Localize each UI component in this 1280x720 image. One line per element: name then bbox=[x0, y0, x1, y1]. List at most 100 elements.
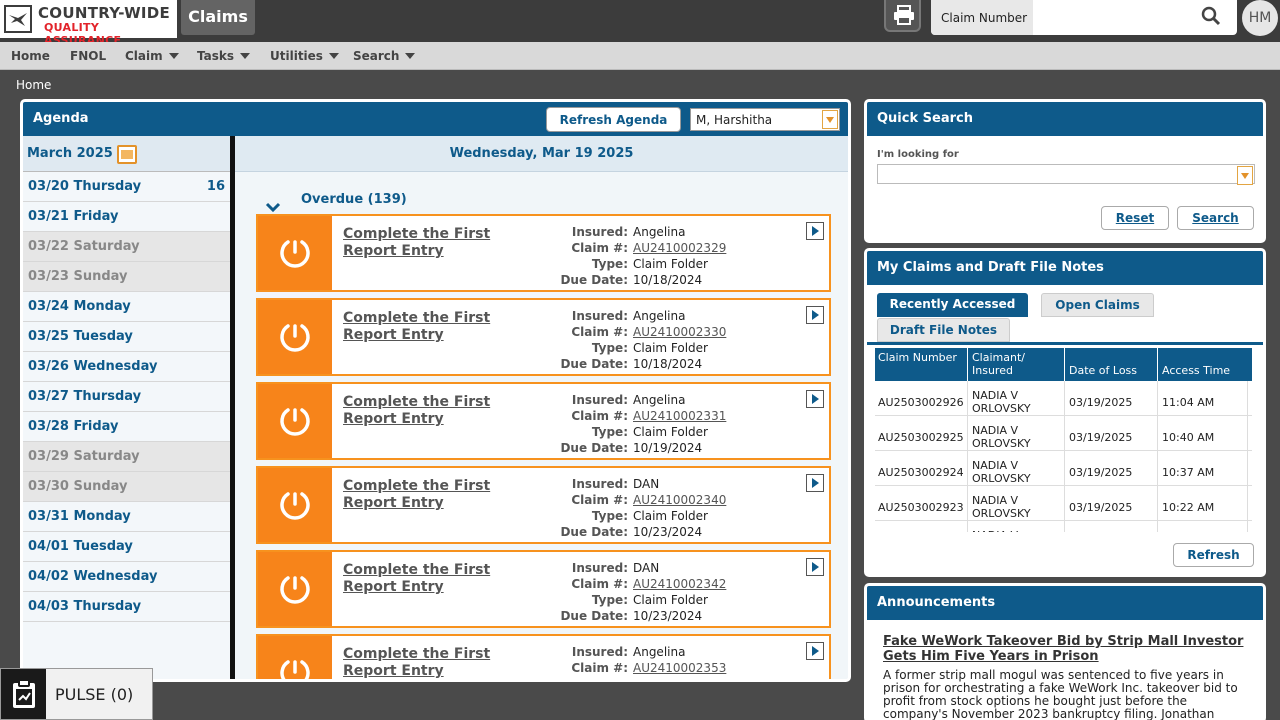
open-task-arrow-icon[interactable] bbox=[806, 222, 824, 240]
timer-icon bbox=[258, 300, 332, 374]
timer-icon bbox=[258, 384, 332, 458]
task-card[interactable]: Complete the First Report Entry Insured: D… bbox=[256, 550, 831, 628]
task-title[interactable]: Complete the First Report Entry bbox=[343, 562, 513, 596]
agenda-task-list: Wednesday, Mar 19 2025 Overdue (139) Com… bbox=[235, 136, 848, 679]
nav-utilities-label: Utilities bbox=[270, 49, 323, 63]
search-icon[interactable] bbox=[1201, 6, 1221, 30]
user-avatar[interactable]: HM bbox=[1242, 0, 1278, 36]
task-card[interactable]: Complete the First Report Entry Insured: A… bbox=[256, 298, 831, 376]
claims-app-tab[interactable]: Claims bbox=[181, 0, 255, 35]
recent-claims-table: Claim Number Claimant/ Insured Date of L… bbox=[875, 348, 1252, 532]
calendar-day-label: 03/20 Thursday bbox=[28, 179, 142, 194]
col-claim-number[interactable]: Claim Number bbox=[878, 351, 963, 364]
nav-claim[interactable]: Claim bbox=[125, 42, 179, 70]
calendar-day[interactable]: 03/29 Saturday bbox=[23, 442, 230, 472]
task-field-label: Due Date: bbox=[560, 357, 628, 371]
nav-tasks[interactable]: Tasks bbox=[197, 42, 251, 70]
calendar-day[interactable]: 03/24 Monday bbox=[23, 292, 230, 322]
calendar-day[interactable]: 03/31 Monday bbox=[23, 502, 230, 532]
breadcrumb[interactable]: Home bbox=[16, 78, 51, 92]
reset-button[interactable]: Reset bbox=[1101, 206, 1169, 230]
task-field-label: Type: bbox=[591, 509, 628, 523]
task-card[interactable]: Complete the First Report Entry Insured: A… bbox=[256, 214, 831, 292]
open-task-arrow-icon[interactable] bbox=[806, 558, 824, 576]
calendar-day[interactable]: 04/02 Wednesday bbox=[23, 562, 230, 592]
task-field-label: Due Date: bbox=[560, 609, 628, 623]
task-field-value: Claim Folder bbox=[633, 593, 708, 607]
task-title[interactable]: Complete the First Report Entry bbox=[343, 478, 513, 512]
calendar-day[interactable]: 04/03 Thursday bbox=[23, 592, 230, 622]
task-card[interactable]: Complete the First Report Entry Insured: D… bbox=[256, 466, 831, 544]
task-field-value[interactable]: AU2410002340 bbox=[633, 493, 726, 507]
cell-claim-number[interactable]: AU2503002924 bbox=[878, 466, 964, 479]
overdue-group-label[interactable]: Overdue (139) bbox=[301, 192, 407, 207]
calendar-day[interactable]: 03/26 Wednesday bbox=[23, 352, 230, 382]
col-claimant[interactable]: Claimant/ Insured bbox=[972, 351, 1062, 377]
task-title[interactable]: Complete the First Report Entry bbox=[343, 394, 513, 428]
task-title[interactable]: Complete the First Report Entry bbox=[343, 310, 513, 344]
calendar-month-label: March 2025 bbox=[27, 146, 113, 161]
calendar-day[interactable]: 03/22 Saturday bbox=[23, 232, 230, 262]
announcement-headline[interactable]: Fake WeWork Takeover Bid by Strip Mall I… bbox=[883, 634, 1253, 664]
task-field-value: 10/19/2024 bbox=[633, 441, 703, 455]
pulse-widget[interactable]: PULSE (0) bbox=[0, 668, 153, 720]
tab-recently-accessed[interactable]: Recently Accessed bbox=[877, 293, 1028, 317]
refresh-claims-button[interactable]: Refresh bbox=[1173, 543, 1254, 567]
nav-search-label: Search bbox=[353, 49, 400, 63]
cell-claim-number[interactable]: AU2503002925 bbox=[878, 431, 964, 444]
cell-claimant: NADIA V bbox=[972, 529, 1062, 532]
calendar-icon[interactable] bbox=[117, 145, 137, 164]
company-logo[interactable]: COUNTRY-WIDE QUALITY ASSURANCE bbox=[0, 0, 177, 47]
open-task-arrow-icon[interactable] bbox=[806, 390, 824, 408]
task-field: Claim #: AU2410002353 bbox=[528, 660, 726, 676]
task-field-label: Insured: bbox=[571, 225, 628, 239]
calendar-day[interactable]: 03/25 Tuesday bbox=[23, 322, 230, 352]
cell-claim-number[interactable]: AU2503002926 bbox=[878, 396, 964, 409]
nav-home[interactable]: Home bbox=[11, 42, 50, 70]
task-card[interactable]: Complete the First Report Entry Insured: A… bbox=[256, 382, 831, 460]
open-task-arrow-icon[interactable] bbox=[806, 306, 824, 324]
task-field-value: Claim Folder bbox=[633, 425, 708, 439]
chevron-down-icon[interactable] bbox=[822, 110, 838, 129]
task-field-value[interactable]: AU2410002342 bbox=[633, 577, 726, 591]
task-title[interactable]: Complete the First Report Entry bbox=[343, 646, 513, 679]
cell-claimant: NADIA V ORLOVSKY bbox=[972, 424, 1031, 450]
calendar-day[interactable]: 04/01 Tuesday bbox=[23, 532, 230, 562]
cell-claim-number[interactable]: AU2503002923 bbox=[878, 501, 964, 514]
nav-utilities[interactable]: Utilities bbox=[270, 42, 339, 70]
agenda-user-select[interactable]: M, Harshitha bbox=[690, 108, 840, 131]
print-button[interactable] bbox=[884, 0, 921, 32]
task-field-label: Type: bbox=[591, 341, 628, 355]
open-task-arrow-icon[interactable] bbox=[806, 642, 824, 660]
nav-fnol[interactable]: FNOL bbox=[70, 42, 106, 70]
task-field: Due Date: 10/23/2024 bbox=[528, 524, 702, 540]
calendar-day[interactable]: 03/23 Sunday bbox=[23, 262, 230, 292]
open-task-arrow-icon[interactable] bbox=[806, 474, 824, 492]
task-field-value[interactable]: AU2410002331 bbox=[633, 409, 726, 423]
refresh-agenda-button[interactable]: Refresh Agenda bbox=[546, 107, 681, 132]
pulse-label: PULSE (0) bbox=[55, 685, 134, 704]
column-divider bbox=[1157, 381, 1158, 532]
nav-search[interactable]: Search bbox=[353, 42, 416, 70]
top-bar: COUNTRY-WIDE QUALITY ASSURANCE Claims Cl… bbox=[0, 0, 1280, 47]
calendar-day[interactable]: 03/30 Sunday bbox=[23, 472, 230, 502]
calendar-day[interactable]: 03/27 Thursday bbox=[23, 382, 230, 412]
claim-number-input[interactable] bbox=[1034, 2, 1194, 32]
chevron-down-icon[interactable] bbox=[1237, 166, 1253, 185]
task-field-value[interactable]: AU2410002330 bbox=[633, 325, 726, 339]
col-access-time[interactable]: Access Time bbox=[1162, 364, 1252, 377]
tab-open-claims[interactable]: Open Claims bbox=[1041, 293, 1154, 317]
task-title[interactable]: Complete the First Report Entry bbox=[343, 226, 513, 260]
task-field-value[interactable]: AU2410002329 bbox=[633, 241, 726, 255]
tab-draft-file-notes[interactable]: Draft File Notes bbox=[877, 318, 1010, 342]
calendar-day[interactable]: 03/21 Friday bbox=[23, 202, 230, 232]
search-button[interactable]: Search bbox=[1177, 206, 1254, 230]
quick-search-select[interactable] bbox=[877, 164, 1255, 185]
announcements-panel: Announcements Fake WeWork Takeover Bid b… bbox=[864, 583, 1266, 720]
calendar-day-label: 03/27 Thursday bbox=[28, 389, 142, 404]
calendar-day[interactable]: 03/28 Friday bbox=[23, 412, 230, 442]
col-date-of-loss[interactable]: Date of Loss bbox=[1069, 364, 1159, 377]
calendar-day[interactable]: 03/20 Thursday 16 bbox=[23, 172, 230, 202]
task-card[interactable]: Complete the First Report Entry Insured: A… bbox=[256, 634, 831, 679]
task-field-value[interactable]: AU2410002353 bbox=[633, 661, 726, 675]
